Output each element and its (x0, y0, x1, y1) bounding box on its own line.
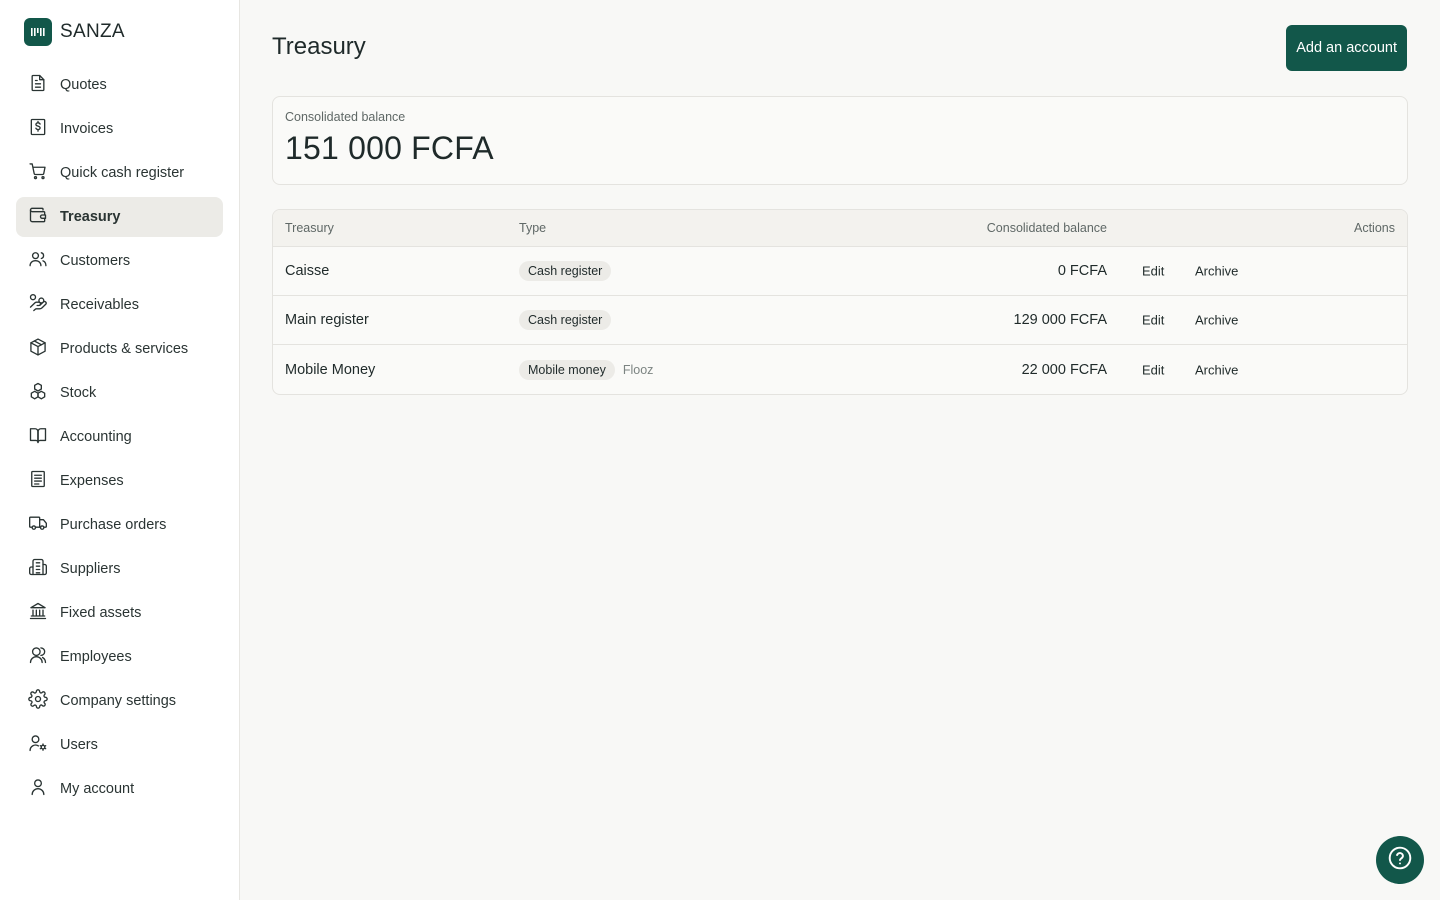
sidebar-item-quick-cash-register[interactable]: Quick cash register (16, 153, 223, 193)
sidebar-item-suppliers[interactable]: Suppliers (16, 549, 223, 589)
type-badge: Cash register (519, 310, 612, 330)
sidebar-item-label: Customers (60, 253, 131, 269)
table-row: Main register Cash register 129 000 FCFA… (273, 296, 1407, 345)
account-balance: 22 000 FCFA (1021, 361, 1107, 378)
table-header: Treasury Type Consolidated balance Actio… (273, 210, 1407, 247)
help-button[interactable] (1376, 836, 1424, 884)
sidebar-item-label: Expenses (60, 473, 124, 489)
user-icon (28, 777, 48, 801)
account-balance: 129 000 FCFA (1013, 312, 1108, 328)
table-row: Caisse Cash register 0 FCFA Edit Archive (273, 247, 1407, 296)
table-row: Mobile Money Mobile money Flooz 22 000 F… (273, 345, 1407, 394)
users-icon (28, 249, 48, 273)
treasury-table: Treasury Type Consolidated balance Actio… (272, 209, 1408, 395)
balance-value: 151 000 FCFA (285, 130, 494, 166)
sidebar-item-label: Fixed assets (60, 605, 142, 621)
provider-label: Flooz (622, 362, 654, 377)
sidebar-item-label: Stock (60, 385, 97, 401)
landmark-icon (28, 601, 48, 625)
boxes-icon (28, 381, 48, 405)
sidebar-item-label: Purchase orders (60, 517, 167, 533)
sidebar-item-stock[interactable]: Stock (16, 373, 223, 413)
account-name: Caisse (285, 263, 330, 279)
account-type: Cash register (519, 310, 612, 330)
sidebar-item-label: Accounting (60, 429, 132, 445)
package-icon (28, 337, 48, 361)
employee-icon (28, 645, 48, 669)
page-title: Treasury (272, 33, 366, 60)
sidebar-item-products-services[interactable]: Products & services (16, 329, 223, 369)
edit-button[interactable]: Edit (1142, 264, 1164, 279)
sidebar-item-expenses[interactable]: Expenses (16, 461, 223, 501)
sidebar-item-label: Suppliers (60, 561, 121, 577)
edit-button[interactable]: Edit (1142, 313, 1164, 328)
sidebar-item-employees[interactable]: Employees (16, 637, 223, 677)
column-header-actions: Actions (1354, 221, 1395, 235)
account-type: Mobile money Flooz (519, 359, 654, 380)
archive-button[interactable]: Archive (1195, 313, 1238, 328)
logo-icon (24, 18, 52, 46)
sidebar-item-purchase-orders[interactable]: Purchase orders (16, 505, 223, 545)
sidebar-item-quotes[interactable]: Quotes (16, 65, 223, 105)
account-name: Main register (285, 312, 369, 328)
truck-icon (28, 513, 48, 537)
edit-button[interactable]: Edit (1142, 362, 1164, 377)
help-icon (1387, 845, 1413, 876)
archive-button[interactable]: Archive (1195, 362, 1238, 377)
consolidated-balance-card: Consolidated balance 151 000 FCFA (272, 96, 1408, 185)
sidebar-item-invoices[interactable]: Invoices (16, 109, 223, 149)
user-cog-icon (28, 733, 48, 757)
sidebar-item-company-settings[interactable]: Company settings (16, 681, 223, 721)
sidebar-item-users[interactable]: Users (16, 725, 223, 765)
sidebar-item-label: Company settings (60, 693, 177, 709)
column-header-treasury: Treasury (285, 221, 334, 235)
document-icon (28, 73, 48, 97)
sidebar-nav: Quotes Invoices Quick cash register Trea… (16, 65, 223, 813)
cart-icon (28, 161, 48, 185)
sidebar-item-my-account[interactable]: My account (16, 769, 223, 809)
sidebar-item-label: Treasury (60, 209, 121, 225)
sidebar-item-label: Receivables (60, 297, 139, 313)
sidebar-item-label: Quick cash register (60, 165, 185, 181)
receipt-icon (28, 469, 48, 493)
sidebar-item-label: My account (60, 781, 135, 797)
brand-name: SANZA (60, 21, 125, 42)
type-badge: Cash register (519, 261, 612, 281)
archive-button[interactable]: Archive (1195, 264, 1238, 279)
account-name: Mobile Money (285, 361, 376, 378)
sidebar-item-label: Quotes (60, 77, 107, 93)
sidebar-item-accounting[interactable]: Accounting (16, 417, 223, 457)
wallet-icon (28, 205, 48, 229)
brand[interactable]: SANZA (24, 18, 125, 46)
building-icon (28, 557, 48, 581)
invoice-dollar-icon (28, 117, 48, 141)
account-type: Cash register (519, 261, 612, 281)
sidebar-item-label: Users (60, 737, 98, 753)
balance-label: Consolidated balance (285, 110, 406, 124)
sidebar-item-label: Invoices (60, 121, 114, 137)
sidebar-item-label: Employees (60, 649, 132, 665)
book-icon (28, 425, 48, 449)
sidebar-item-label: Products & services (60, 341, 189, 357)
sidebar-item-customers[interactable]: Customers (16, 241, 223, 281)
column-header-type: Type (519, 221, 547, 235)
sidebar-item-fixed-assets[interactable]: Fixed assets (16, 593, 223, 633)
account-balance: 0 FCFA (1057, 263, 1107, 279)
hand-coins-icon (28, 293, 48, 317)
sidebar: SANZA Quotes Invoices Quick cash registe… (0, 0, 240, 900)
main-content: Treasury Add an account Consolidated bal… (240, 0, 1440, 900)
column-header-balance: Consolidated balance (986, 221, 1107, 235)
sidebar-item-treasury[interactable]: Treasury (16, 197, 223, 237)
add-account-button[interactable]: Add an account (1286, 25, 1407, 71)
type-badge: Mobile money (519, 359, 615, 380)
sidebar-item-receivables[interactable]: Receivables (16, 285, 223, 325)
gear-icon (28, 689, 48, 713)
